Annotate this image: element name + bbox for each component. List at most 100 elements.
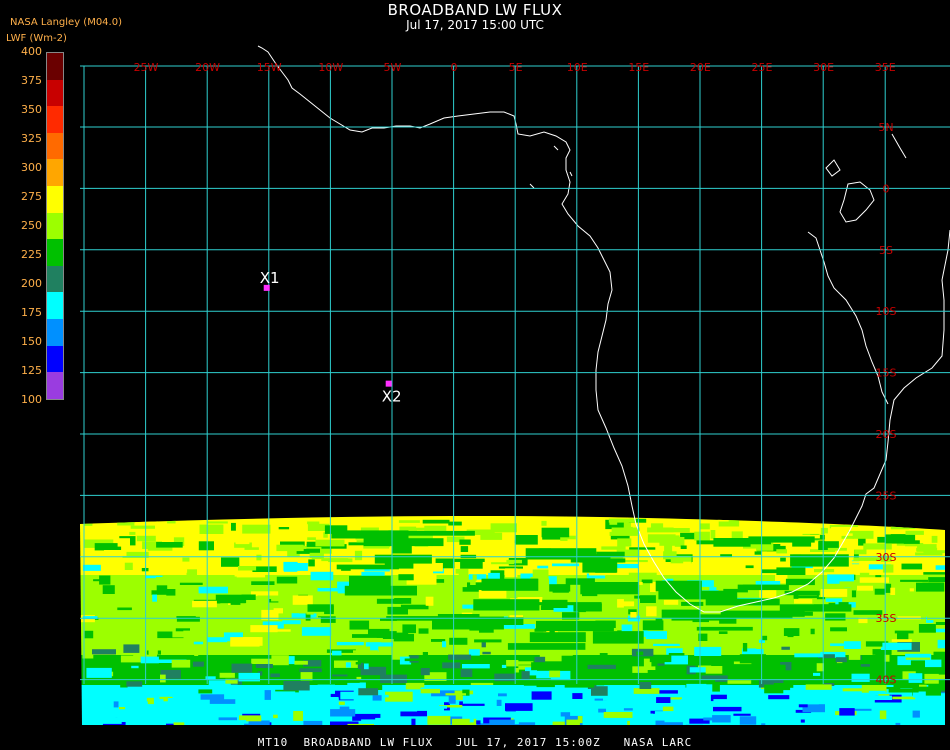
swath-cell: [330, 721, 359, 725]
swath-cell: [244, 547, 259, 550]
swath-cell: [192, 600, 217, 608]
swath-cell: [230, 637, 260, 647]
swath-cell: [839, 581, 856, 588]
latitude-label: 10S: [876, 305, 897, 318]
swath-cell: [442, 662, 461, 669]
swath-cell: [198, 689, 213, 694]
swath-cell: [250, 625, 278, 633]
swath-cell: [472, 574, 477, 581]
swath-cell: [570, 558, 626, 563]
swath-cell: [645, 631, 667, 640]
swath-cell: [392, 544, 412, 554]
swath-cell: [238, 672, 260, 682]
swath-cell: [490, 523, 517, 533]
longitude-label: 30E: [813, 61, 834, 74]
swath-cell: [827, 547, 847, 551]
swath-cell: [460, 546, 469, 552]
swath-cell: [241, 594, 256, 600]
swath-cell: [448, 654, 472, 660]
swath-cell: [848, 728, 876, 735]
swath-cell: [587, 664, 616, 669]
swath-cell: [518, 722, 536, 725]
swath-cell: [136, 535, 156, 542]
swath-cell: [506, 660, 519, 667]
swath-cell: [514, 540, 533, 544]
swath-cell: [835, 657, 847, 663]
swath-cell: [825, 613, 846, 621]
swath-cell: [848, 651, 861, 660]
swath-cell: [481, 578, 539, 591]
swath-cell: [636, 651, 644, 656]
swath-cell: [91, 690, 121, 696]
swath-cell: [680, 699, 695, 705]
swath-cell: [221, 557, 240, 567]
swath-cell: [361, 719, 381, 724]
swath-cell: [372, 695, 382, 701]
swath-cell: [274, 691, 296, 701]
swath-cell: [542, 599, 568, 608]
swath-cell: [842, 688, 867, 692]
swath-cell: [696, 626, 753, 631]
swath-cell: [630, 612, 637, 618]
swath-cell: [130, 701, 148, 709]
swath-cell: [171, 659, 191, 668]
swath-cell: [790, 687, 799, 695]
swath-cell: [923, 572, 945, 575]
swath-cell: [860, 664, 870, 667]
swath-cell: [591, 686, 608, 696]
swath-cell: [780, 557, 786, 562]
swath-cell: [841, 535, 854, 539]
swath-cell: [215, 594, 246, 604]
swath-cell: [800, 719, 805, 723]
swath-cell: [564, 679, 595, 688]
swath-cell: [301, 627, 332, 636]
swath-cell: [309, 552, 324, 560]
swath-cell: [229, 706, 241, 717]
swath-cell: [679, 635, 699, 645]
swath-cell: [663, 599, 679, 605]
swath-cell: [400, 710, 427, 717]
swath-cell: [529, 727, 536, 733]
swath-cell: [515, 535, 538, 545]
swath-cell: [641, 579, 653, 584]
swath-cell: [612, 601, 618, 605]
swath-cell: [317, 588, 347, 592]
swath-cell: [271, 596, 279, 602]
swath-cell: [402, 624, 416, 634]
swath-cell: [720, 610, 793, 619]
swath-cell: [774, 664, 786, 674]
swath-cell: [133, 714, 145, 724]
swath-cell: [922, 582, 944, 592]
swath-cell: [328, 558, 353, 563]
swath-cell: [200, 694, 225, 700]
swath-cell: [887, 578, 900, 582]
swath-cell: [598, 708, 606, 713]
swath-cell: [462, 664, 490, 669]
swath-cell: [623, 708, 633, 711]
swath-cell: [655, 618, 663, 624]
swath-cell: [255, 664, 273, 668]
swath-cell: [186, 569, 197, 579]
swath-cell: [251, 697, 265, 702]
longitude-label: 20W: [195, 61, 220, 74]
longitude-label: 20E: [690, 61, 711, 74]
swath-cell: [427, 715, 451, 725]
swath-cell: [748, 536, 815, 543]
swath-cell: [422, 519, 450, 524]
swath-cell: [742, 643, 748, 652]
swath-cell: [148, 645, 158, 655]
swath-cell: [921, 635, 928, 642]
swath-cell: [632, 666, 648, 673]
swath-cell: [529, 632, 586, 643]
swath-cell: [235, 536, 250, 545]
swath-cell: [239, 715, 262, 721]
swath-cell: [731, 531, 743, 538]
swath-cell: [659, 537, 685, 546]
longitude-label: 5W: [383, 61, 401, 74]
swath-cell: [314, 617, 321, 628]
swath-cell: [108, 630, 116, 633]
swath-cell: [283, 564, 298, 572]
swath-cell: [831, 526, 860, 530]
swath-cell: [855, 628, 865, 638]
swath-cell: [486, 546, 513, 551]
